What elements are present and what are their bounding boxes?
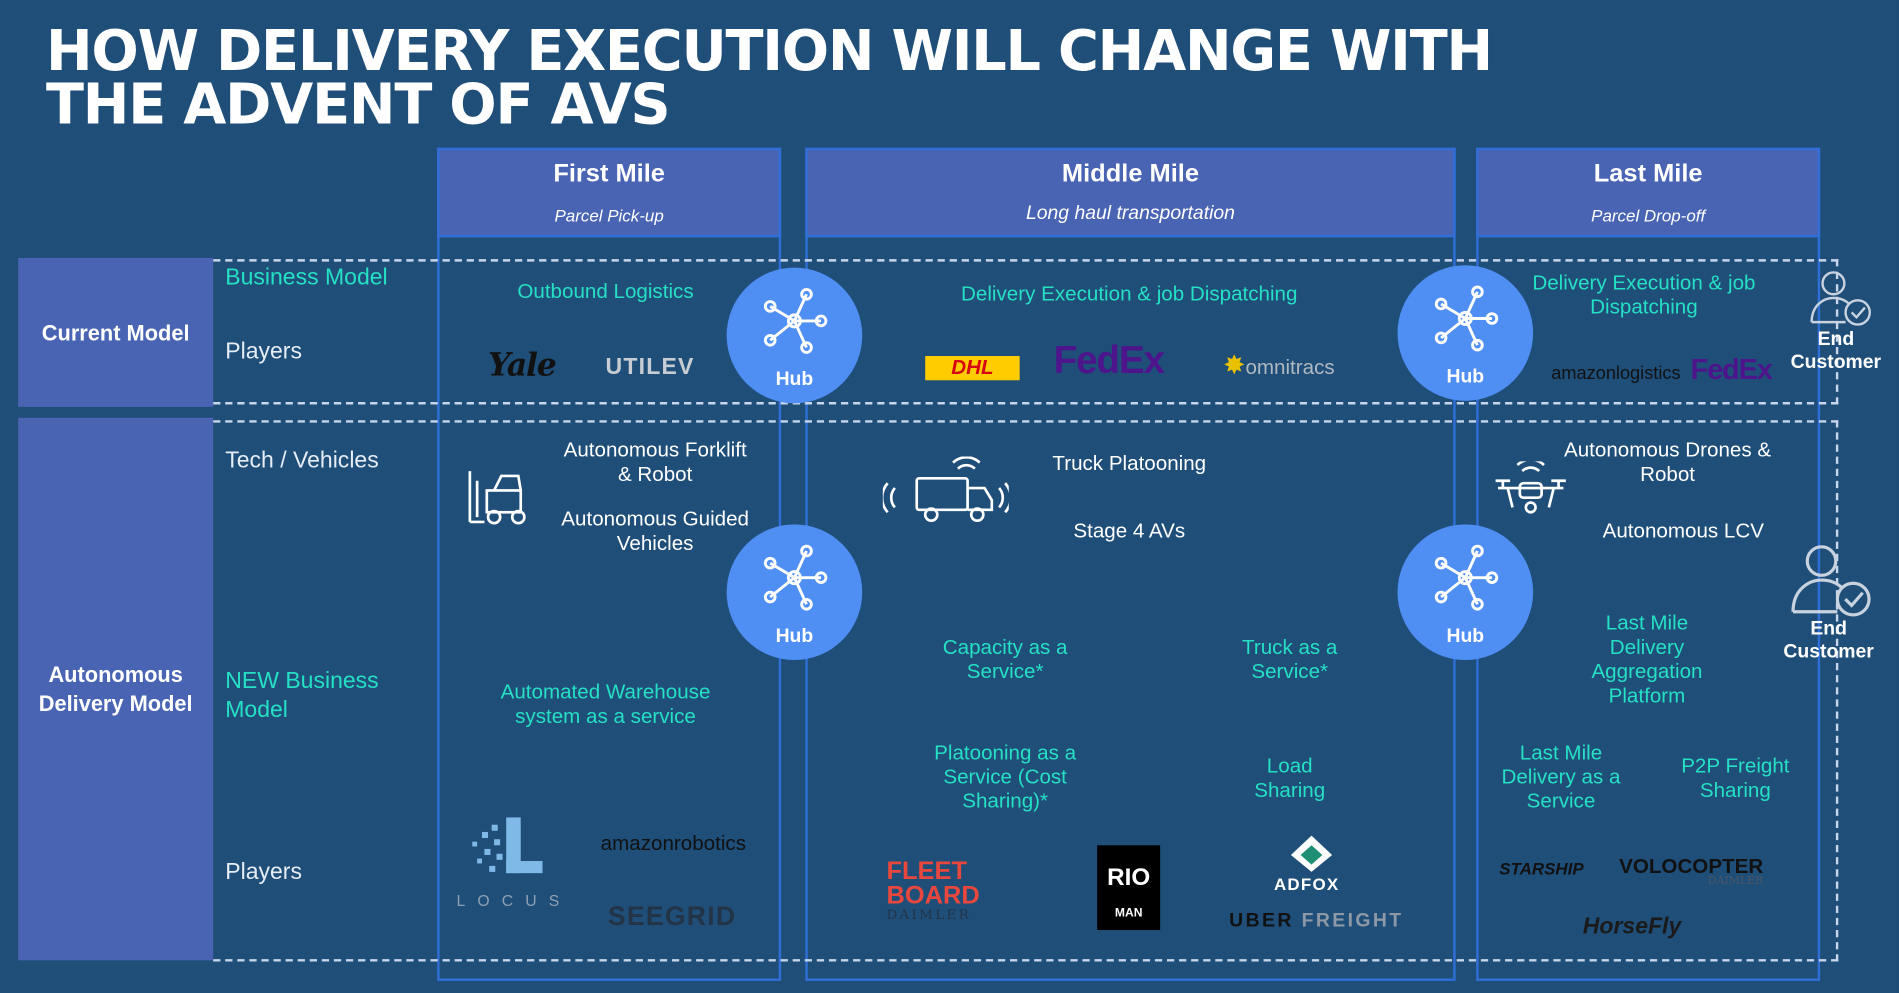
adfox-mark-icon — [1289, 833, 1335, 880]
tech-last-drones: Autonomous Drones & Robot — [1563, 438, 1772, 486]
model-last-p2p: P2P Freight Sharing — [1681, 754, 1790, 802]
hub-first-middle-current: Hub — [726, 267, 863, 404]
logo-horsefly: HorseFly — [1582, 914, 1682, 940]
row-label-autonomous: Autonomous Delivery Model — [18, 417, 214, 961]
hub-network-icon — [1434, 285, 1499, 352]
row-label-current: Current Model — [18, 257, 214, 407]
logo-fedex-last-mile: FedEx — [1690, 353, 1773, 387]
logo-adfox: ADFOX — [1273, 874, 1340, 894]
logo-amazon-robotics: amazonrobotics — [600, 831, 746, 855]
label-tech-vehicles: Tech / Vehicles — [225, 448, 379, 474]
model-middle-load-sharing: Load Sharing — [1254, 754, 1326, 802]
logo-locus: LOCUS — [456, 891, 572, 910]
hub-label: Hub — [775, 626, 814, 647]
hub-middle-last-autonomous: Hub — [1397, 524, 1534, 660]
tech-middle-stage4: Stage 4 AVs — [1073, 519, 1186, 543]
hub-network-icon — [1434, 544, 1499, 611]
logo-volocopter: VOLOCOPTER DAIMLER — [1619, 854, 1764, 888]
logo-starship: STARSHIP — [1499, 858, 1584, 878]
current-middle-mile-model: Delivery Execution & job Dispatching — [961, 282, 1298, 306]
label-players-autonomous: Players — [225, 859, 302, 886]
model-last-aggregation: Last Mile Delivery Aggregation Platform — [1591, 611, 1703, 708]
header-last-mile: Last Mile Parcel Drop-off — [1476, 147, 1821, 238]
model-middle-capacity: Capacity as a Service* — [942, 635, 1068, 684]
model-last-delivery-service: Last Mile Delivery as a Service — [1501, 741, 1621, 813]
model-first-automated-warehouse: Automated Warehouse system as a service — [500, 680, 711, 728]
diagram-canvas: HOW DELIVERY EXECUTION WILL CHANGE WITH … — [0, 0, 1899, 993]
model-middle-platooning: Platooning as a Service (Cost Sharing)* — [934, 741, 1077, 813]
hub-label: Hub — [1446, 626, 1485, 647]
logo-fedex: FedEx — [1053, 337, 1165, 382]
label-new-business-model: NEW Business Model — [225, 668, 379, 723]
hub-label: Hub — [775, 369, 814, 390]
locus-logo-mark — [465, 815, 545, 884]
forklift-icon — [465, 469, 538, 536]
logo-amazon-logistics: amazonlogistics — [1551, 363, 1681, 384]
hub-network-icon — [763, 544, 828, 611]
end-customer-autonomous — [1790, 541, 1872, 625]
model-middle-truck: Truck as a Service* — [1242, 635, 1338, 684]
header-first-mile: First Mile Parcel Pick-up — [437, 147, 782, 238]
logo-rio-man: RIO MAN — [1097, 845, 1161, 931]
end-customer-current — [1809, 269, 1872, 333]
tech-middle-truck-platooning: Truck Platooning — [1052, 451, 1207, 475]
logo-dhl: DHL — [925, 356, 1020, 381]
logo-fleetboard: FLEET BOARD DAIMLER — [886, 857, 980, 923]
hub-network-icon — [763, 287, 828, 354]
logo-uber-freight: UBER FREIGHT — [1229, 910, 1404, 932]
current-first-mile-model: Outbound Logistics — [517, 279, 694, 303]
tech-last-lcv: Autonomous LCV — [1602, 519, 1764, 543]
tech-first-agv: Autonomous Guided Vehicles — [561, 507, 750, 555]
label-players: Players — [225, 339, 302, 365]
logo-omnitracs: ✸omnitracs — [1223, 349, 1335, 381]
logo-utilev: UTILEV — [605, 354, 695, 381]
label-business-model: Business Model — [225, 265, 388, 291]
hub-label: Hub — [1446, 366, 1485, 388]
header-middle-mile: Middle Mile Long haul transportation — [805, 147, 1456, 238]
omnitracs-star-icon: ✸ — [1223, 349, 1246, 381]
end-customer-autonomous-label: End Customer — [1783, 618, 1874, 663]
user-check-icon — [1791, 545, 1871, 617]
current-last-mile-model: Delivery Execution & job Dispatching — [1532, 271, 1756, 319]
page-title: HOW DELIVERY EXECUTION WILL CHANGE WITH … — [46, 18, 1493, 137]
logo-yale: Yale — [488, 347, 557, 384]
end-customer-current-label: End Customer — [1790, 329, 1882, 373]
logo-seegrid: SEEGRID — [607, 900, 737, 932]
connected-truck-icon — [880, 456, 1012, 536]
tech-first-autonomous-forklift: Autonomous Forklift & Robot — [563, 438, 747, 486]
user-check-icon — [1810, 271, 1871, 326]
